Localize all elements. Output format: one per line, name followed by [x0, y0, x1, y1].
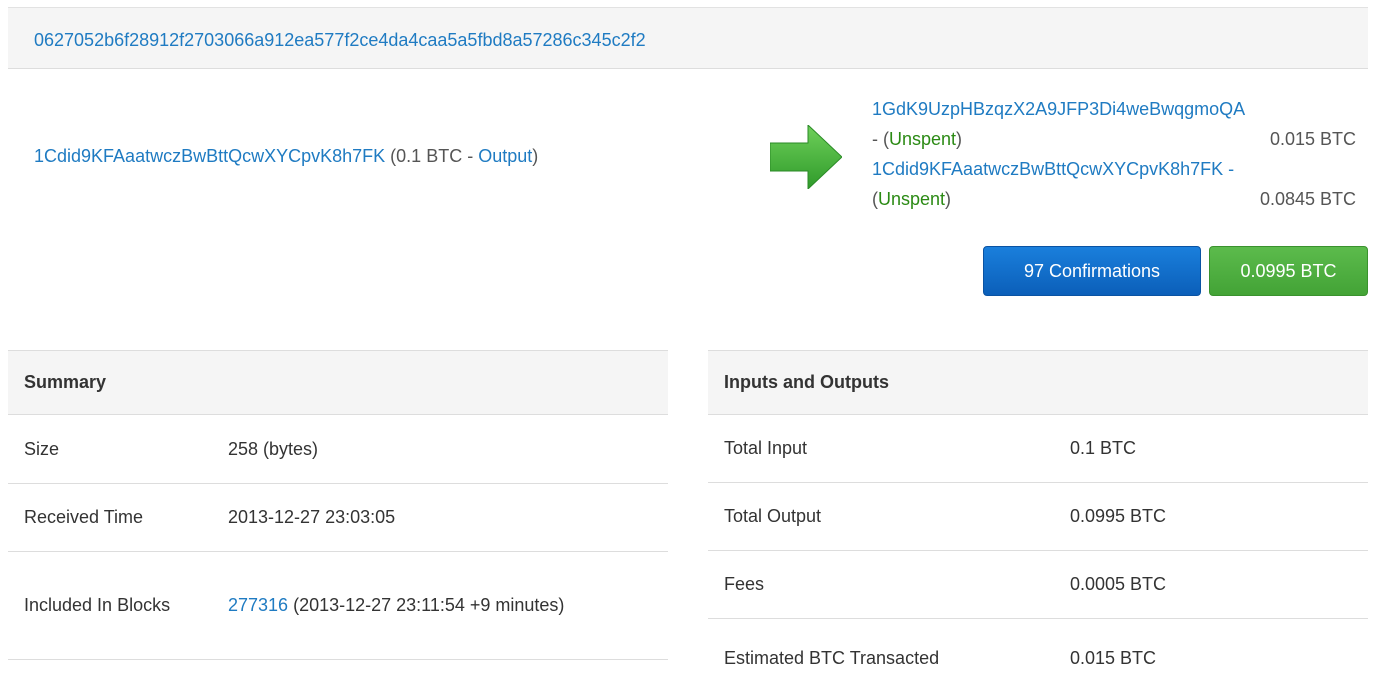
included-in-blocks-value: 277316 (2013-12-27 23:11:54 +9 minutes) [212, 551, 668, 660]
inputs-outputs-table: Inputs and Outputs Total Input 0.1 BTC T… [708, 350, 1368, 681]
output-amount: 0.0845 BTC [1259, 189, 1356, 209]
input-amount-suffix: ) [532, 146, 539, 166]
table-row: Size 258 (bytes) [8, 414, 668, 484]
received-time-label: Received Time [8, 483, 212, 552]
total-output-label: Total Output [708, 482, 1054, 551]
fees-label: Fees [708, 550, 1054, 619]
size-value: 258 (bytes) [212, 414, 668, 484]
output-status-suffix: ) [945, 189, 952, 209]
total-input-label: Total Input [708, 414, 1054, 483]
green-right-arrow-icon [770, 125, 842, 189]
table-row: Estimated BTC Transacted 0.015 BTC [708, 618, 1368, 681]
included-in-blocks-label: Included In Blocks [8, 551, 212, 660]
inputs-outputs-heading: Inputs and Outputs [708, 350, 1368, 415]
table-row: Fees 0.0005 BTC [708, 550, 1368, 619]
confirmations-button[interactable]: 97 Confirmations [983, 246, 1201, 296]
transaction-header: 0627052b6f28912f2703066a912ea577f2ce4da4… [8, 7, 1368, 69]
summary-heading: Summary [8, 350, 668, 415]
output-status-prefix: - ( [872, 129, 889, 149]
output-address-link[interactable]: 1Cdid9KFAaatwczBwBttQcwXYCpvK8h7FK - [872, 154, 1356, 184]
estimated-btc-transacted-value: 0.015 BTC [1054, 618, 1368, 681]
transaction-hash-link[interactable]: 0627052b6f28912f2703066a912ea577f2ce4da4… [34, 30, 646, 51]
size-label: Size [8, 414, 212, 484]
output-row: (Unspent) 0.0845 BTC [872, 184, 1356, 214]
total-input-value: 0.1 BTC [1054, 414, 1368, 483]
total-output-button[interactable]: 0.0995 BTC [1209, 246, 1368, 296]
block-height-link[interactable]: 277316 [228, 595, 288, 615]
output-row: - (Unspent) 0.015 BTC [872, 124, 1356, 154]
unspent-label: Unspent [878, 189, 946, 209]
input-address-link[interactable]: 1Cdid9KFAaatwczBwBttQcwXYCpvK8h7FK [34, 146, 385, 166]
included-in-blocks-text: Included In Blocks [24, 595, 171, 615]
table-row: Included In Blocks 277316 (2013-12-27 23… [8, 551, 668, 660]
total-output-value: 0.0995 BTC [1054, 482, 1368, 551]
input-amount: (0.1 BTC - [390, 146, 479, 166]
transaction-outputs: 1GdK9UzpHBzqzX2A9JFP3Di4weBwqgmoQA - (Un… [872, 94, 1356, 214]
input-output-link[interactable]: Output [478, 146, 532, 166]
estimated-btc-transacted-label: Estimated BTC Transacted [708, 618, 1054, 681]
output-amount: 0.015 BTC [1269, 129, 1356, 149]
fees-value: 0.0005 BTC [1054, 550, 1368, 619]
unspent-label: Unspent [889, 129, 957, 149]
output-address-link[interactable]: 1GdK9UzpHBzqzX2A9JFP3Di4weBwqgmoQA [872, 94, 1356, 124]
output-status: - (Unspent) [872, 124, 962, 154]
received-time-value: 2013-12-27 23:03:05 [212, 483, 668, 552]
summary-table: Summary Size 258 (bytes) Received Time 2… [8, 350, 668, 660]
table-row: Total Output 0.0995 BTC [708, 482, 1368, 551]
table-row: Received Time 2013-12-27 23:03:05 [8, 483, 668, 552]
output-status: (Unspent) [872, 184, 951, 214]
transaction-input: 1Cdid9KFAaatwczBwBttQcwXYCpvK8h7FK (0.1 … [34, 146, 538, 167]
output-status-suffix: ) [956, 129, 963, 149]
table-row: Total Input 0.1 BTC [708, 414, 1368, 483]
block-time: (2013-12-27 23:11:54 +9 minutes) [288, 595, 565, 615]
